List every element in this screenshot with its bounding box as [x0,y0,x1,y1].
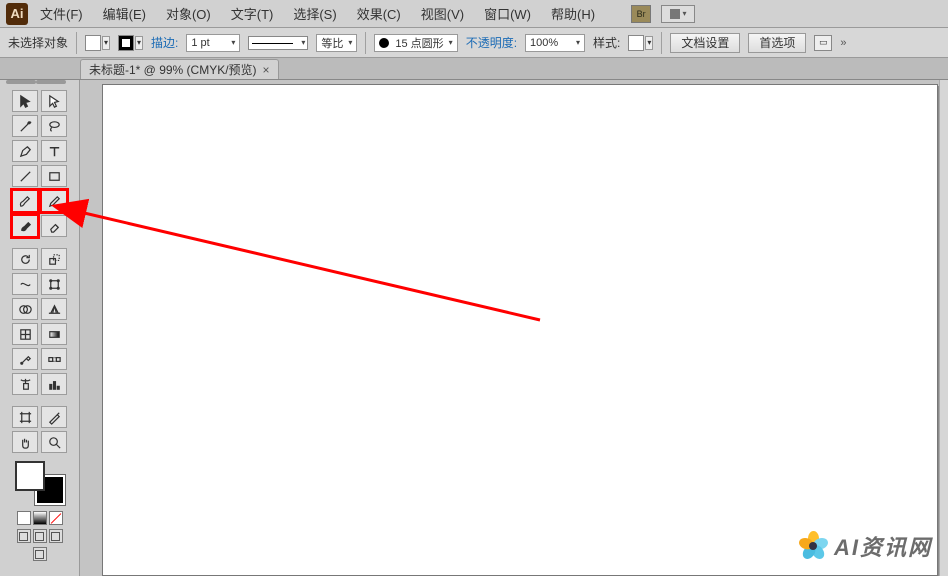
canvas-area[interactable] [80,80,948,576]
expand-controlbar-icon[interactable]: » [840,37,846,49]
tool-blend[interactable] [41,348,67,370]
draw-mode-normal[interactable] [17,529,31,543]
screen-mode-button[interactable] [33,547,47,561]
tool-eraser[interactable] [41,215,67,237]
brush-value: 15 点圆形 [395,35,443,51]
menu-object[interactable]: 对象(O) [158,2,219,25]
panel-grip-icon[interactable] [6,80,36,84]
close-tab-icon[interactable] [263,63,270,77]
artboard[interactable] [102,84,938,576]
scale-mode-value: 等比 [321,35,343,51]
tool-slice[interactable] [41,406,67,428]
brush-select[interactable]: 15 点圆形 [374,34,457,52]
draw-mode-behind[interactable] [33,529,47,543]
tool-direct-selection[interactable] [41,90,67,112]
foreground-color[interactable] [15,461,45,491]
menu-effect[interactable]: 效果(C) [349,2,409,25]
control-bar: 未选择对象 ▾ ▾ 描边: 1 pt 等比 15 点圆形 不透明度: 100% … [0,28,948,58]
tool-zoom[interactable] [41,431,67,453]
document-setup-button[interactable]: 文档设置 [670,33,740,53]
menu-edit[interactable]: 编辑(E) [95,2,154,25]
divider [365,32,366,54]
divider [661,32,662,54]
tool-panel [0,80,80,576]
menubar: Ai 文件(F) 编辑(E) 对象(O) 文字(T) 选择(S) 效果(C) 视… [0,0,948,28]
tool-type[interactable] [41,140,67,162]
screen-mode-row [6,529,73,543]
stroke-profile-select[interactable] [248,36,308,50]
stroke-color-swatch[interactable] [118,35,134,51]
tool-selection[interactable] [12,90,38,112]
tool-lasso[interactable] [41,115,67,137]
tool-gradient[interactable] [41,323,67,345]
color-mode-none[interactable] [49,511,63,525]
fill-swatch-group[interactable]: ▾ [85,35,110,51]
app-logo: Ai [6,3,28,25]
opacity-label[interactable]: 不透明度: [466,34,517,51]
brush-preview-icon [379,38,389,48]
tool-column-graph[interactable] [41,373,67,395]
color-mode-solid[interactable] [17,511,31,525]
divider [76,32,77,54]
fill-dropdown-icon[interactable]: ▾ [102,36,110,50]
watermark: AI资讯网 [798,530,932,562]
tool-hand[interactable] [12,431,38,453]
tool-free-transform[interactable] [41,273,67,295]
stroke-weight-value: 1 pt [191,37,209,49]
graphic-style-select[interactable]: ▾ [628,35,653,51]
tool-pencil[interactable] [41,190,67,212]
tool-perspective-grid[interactable] [41,298,67,320]
stroke-swatch-group[interactable]: ▾ [118,35,143,51]
menu-window[interactable]: 窗口(W) [476,2,539,25]
tool-mesh[interactable] [12,323,38,345]
tool-symbol-sprayer[interactable] [12,373,38,395]
tool-artboard[interactable] [12,406,38,428]
style-dropdown-icon[interactable]: ▾ [645,36,653,50]
draw-mode-inside[interactable] [49,529,63,543]
fill-color-swatch[interactable] [85,35,101,51]
fill-stroke-picker[interactable] [13,459,67,507]
menu-view[interactable]: 视图(V) [413,2,472,25]
opacity-input[interactable]: 100% [525,34,585,52]
document-tab-title: 未标题-1* @ 99% (CMYK/预览) [89,61,257,78]
screen-mode2-row [6,547,73,561]
stroke-weight-input[interactable]: 1 pt [186,34,240,52]
document-tab-bar: 未标题-1* @ 99% (CMYK/预览) [0,58,948,80]
align-to-button[interactable]: ▭ [814,35,832,51]
scale-mode-select[interactable]: 等比 [316,34,357,52]
selection-status: 未选择对象 [8,34,68,51]
tool-blob-brush[interactable] [12,215,38,237]
stroke-label[interactable]: 描边: [151,34,178,51]
opacity-value: 100% [530,37,558,49]
watermark-logo-icon [798,531,828,561]
tool-magic-wand[interactable] [12,115,38,137]
watermark-text: AI资讯网 [834,530,932,562]
style-label: 样式: [593,34,620,51]
tool-rectangle[interactable] [41,165,67,187]
tool-shape-builder[interactable] [12,298,38,320]
menu-type[interactable]: 文字(T) [223,2,282,25]
tool-pen[interactable] [12,140,38,162]
preferences-button[interactable]: 首选项 [748,33,806,53]
graphic-style-swatch[interactable] [628,35,644,51]
menu-select[interactable]: 选择(S) [285,2,344,25]
tool-line-segment[interactable] [12,165,38,187]
color-mode-row [6,511,73,525]
tool-scale[interactable] [41,248,67,270]
color-mode-gradient[interactable] [33,511,47,525]
tool-eyedropper[interactable] [12,348,38,370]
workspace-switcher[interactable] [661,5,695,23]
bridge-button[interactable]: Br [631,5,651,23]
tool-width[interactable] [12,273,38,295]
menu-file[interactable]: 文件(F) [32,2,91,25]
vertical-scrollbar[interactable] [939,80,948,576]
menu-help[interactable]: 帮助(H) [543,2,603,25]
tool-paintbrush[interactable] [12,190,38,212]
stroke-dropdown-icon[interactable]: ▾ [135,36,143,50]
tool-rotate[interactable] [12,248,38,270]
document-tab[interactable]: 未标题-1* @ 99% (CMYK/预览) [80,59,279,79]
